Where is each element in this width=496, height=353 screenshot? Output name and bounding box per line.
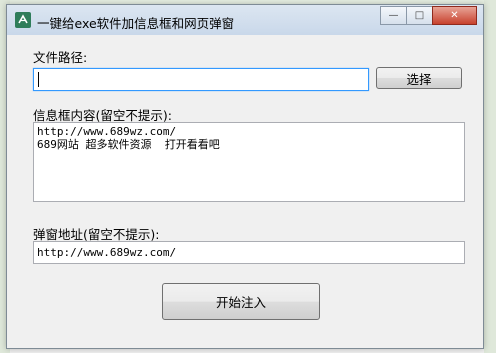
main-window: 一键给exe软件加信息框和网页弹窗 — □ ✕ 文件路径: 选择 信息框内容(留…	[6, 4, 484, 349]
browse-button[interactable]: 选择	[376, 67, 462, 89]
client-area: 文件路径: 选择 信息框内容(留空不提示): 弹窗地址(留空不提示): 开始注入	[14, 35, 476, 341]
close-button[interactable]: ✕	[432, 6, 477, 25]
window-title: 一键给exe软件加信息框和网页弹窗	[37, 16, 235, 31]
window-controls: — □ ✕	[380, 6, 477, 26]
minimize-button[interactable]: —	[380, 6, 407, 25]
desktop-background-right	[484, 0, 496, 353]
popup-url-input[interactable]	[33, 241, 465, 264]
file-path-label: 文件路径:	[33, 50, 88, 65]
title-bar[interactable]: 一键给exe软件加信息框和网页弹窗 — □ ✕	[7, 5, 483, 35]
maximize-button[interactable]: □	[406, 6, 433, 25]
start-inject-button[interactable]: 开始注入	[162, 283, 320, 320]
text-caret	[38, 72, 39, 87]
info-box-textarea[interactable]	[33, 122, 465, 202]
file-path-input[interactable]	[33, 68, 369, 91]
app-icon	[15, 12, 31, 28]
